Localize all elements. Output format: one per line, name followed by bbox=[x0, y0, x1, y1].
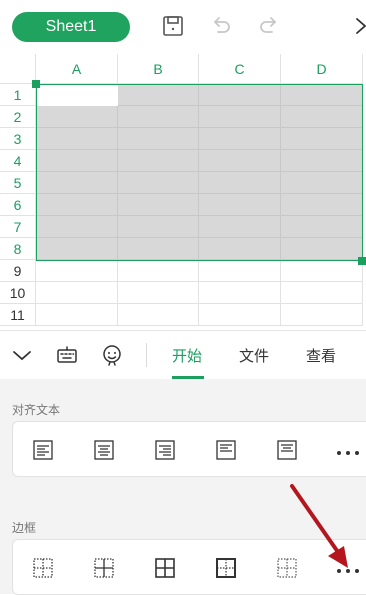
grid-cell[interactable] bbox=[199, 172, 281, 194]
grid-cell[interactable] bbox=[281, 172, 363, 194]
grid-cell[interactable] bbox=[36, 106, 118, 128]
align-top-icon[interactable] bbox=[214, 438, 238, 462]
grid-cell[interactable] bbox=[36, 260, 118, 282]
section-title-border: 边框 bbox=[12, 521, 37, 535]
grid-cell[interactable] bbox=[36, 172, 118, 194]
ribbon-tab-bar: 开始 文件 查看 bbox=[0, 330, 366, 380]
sheet-tab[interactable]: Sheet1 bbox=[12, 12, 130, 42]
spreadsheet-grid[interactable]: A B C D 1 2 3 4 5 6 7 8 9 10 11 bbox=[0, 54, 366, 330]
grid-cell[interactable] bbox=[199, 304, 281, 326]
grid-cell[interactable] bbox=[281, 260, 363, 282]
row-header-10[interactable]: 10 bbox=[0, 282, 36, 304]
grid-cell[interactable] bbox=[281, 194, 363, 216]
grid-cell[interactable] bbox=[36, 150, 118, 172]
grid-cell[interactable] bbox=[199, 282, 281, 304]
grid-cell[interactable] bbox=[118, 84, 199, 106]
row-header-11[interactable]: 11 bbox=[0, 304, 36, 326]
grid-corner[interactable] bbox=[0, 54, 36, 84]
emoji-icon[interactable] bbox=[100, 343, 124, 367]
grid-cell[interactable] bbox=[281, 216, 363, 238]
grid-cell[interactable] bbox=[118, 194, 199, 216]
border-all-icon[interactable] bbox=[153, 556, 177, 580]
top-toolbar: Sheet1 bbox=[0, 0, 366, 54]
active-cell-a1[interactable] bbox=[37, 85, 118, 106]
more-icon[interactable] bbox=[335, 445, 361, 455]
column-header-c[interactable]: C bbox=[199, 54, 281, 84]
chevron-down-icon[interactable] bbox=[10, 343, 34, 367]
grid-cell[interactable] bbox=[118, 172, 199, 194]
grid-cell[interactable] bbox=[199, 260, 281, 282]
grid-cell[interactable] bbox=[118, 238, 199, 260]
grid-cell[interactable] bbox=[199, 150, 281, 172]
grid-cell[interactable] bbox=[118, 260, 199, 282]
grid-cell[interactable] bbox=[281, 106, 363, 128]
grid-cell[interactable] bbox=[118, 216, 199, 238]
grid-cell[interactable] bbox=[199, 106, 281, 128]
grid-cell[interactable] bbox=[281, 304, 363, 326]
grid-cell[interactable] bbox=[118, 128, 199, 150]
tab-home[interactable]: 开始 bbox=[172, 345, 202, 366]
border-none-icon[interactable] bbox=[275, 556, 299, 580]
row-header-3[interactable]: 3 bbox=[0, 128, 36, 150]
selection-handle-bottom-right[interactable] bbox=[358, 257, 366, 265]
border-inner-icon[interactable] bbox=[92, 556, 116, 580]
grid-cell[interactable] bbox=[281, 84, 363, 106]
close-icon[interactable] bbox=[346, 13, 366, 39]
save-icon[interactable] bbox=[160, 13, 186, 39]
grid-cell[interactable] bbox=[281, 282, 363, 304]
grid-cell[interactable] bbox=[281, 150, 363, 172]
section-title-align: 对齐文本 bbox=[12, 403, 61, 417]
tab-view[interactable]: 查看 bbox=[306, 345, 336, 366]
grid-cell[interactable] bbox=[199, 84, 281, 106]
align-right-icon[interactable] bbox=[153, 438, 177, 462]
border-tools-card bbox=[12, 539, 366, 595]
column-header-d[interactable]: D bbox=[281, 54, 363, 84]
tool-panel: 对齐文本 边框 bbox=[0, 379, 366, 595]
tab-file[interactable]: 文件 bbox=[239, 345, 269, 366]
border-outside-thick-icon[interactable] bbox=[214, 556, 238, 580]
grid-cell[interactable] bbox=[36, 216, 118, 238]
grid-cell[interactable] bbox=[36, 128, 118, 150]
grid-cell[interactable] bbox=[118, 150, 199, 172]
tab-separator bbox=[146, 343, 147, 367]
row-header-1[interactable]: 1 bbox=[0, 84, 36, 106]
align-left-icon[interactable] bbox=[31, 438, 55, 462]
align-tools-card bbox=[12, 421, 366, 477]
row-header-6[interactable]: 6 bbox=[0, 194, 36, 216]
grid-cell[interactable] bbox=[199, 238, 281, 260]
grid-cell[interactable] bbox=[36, 282, 118, 304]
grid-cell[interactable] bbox=[36, 194, 118, 216]
column-header-b[interactable]: B bbox=[118, 54, 199, 84]
border-outer-dashed-icon[interactable] bbox=[31, 556, 55, 580]
grid-cell[interactable] bbox=[199, 216, 281, 238]
align-middle-icon[interactable] bbox=[275, 438, 299, 462]
grid-cell[interactable] bbox=[36, 304, 118, 326]
more-icon[interactable] bbox=[335, 563, 361, 573]
align-center-icon[interactable] bbox=[92, 438, 116, 462]
grid-cell[interactable] bbox=[199, 194, 281, 216]
row-header-9[interactable]: 9 bbox=[0, 260, 36, 282]
row-header-7[interactable]: 7 bbox=[0, 216, 36, 238]
grid-cell[interactable] bbox=[281, 238, 363, 260]
column-header-a[interactable]: A bbox=[36, 54, 118, 84]
selection-handle-top-left[interactable] bbox=[32, 80, 40, 88]
undo-icon[interactable] bbox=[208, 13, 234, 39]
grid-cell[interactable] bbox=[118, 106, 199, 128]
row-header-2[interactable]: 2 bbox=[0, 106, 36, 128]
keyboard-icon[interactable] bbox=[55, 343, 79, 367]
row-header-8[interactable]: 8 bbox=[0, 238, 36, 260]
grid-cell[interactable] bbox=[36, 238, 118, 260]
row-header-4[interactable]: 4 bbox=[0, 150, 36, 172]
grid-cell[interactable] bbox=[281, 128, 363, 150]
grid-cell[interactable] bbox=[118, 282, 199, 304]
redo-icon[interactable] bbox=[256, 13, 282, 39]
grid-cell[interactable] bbox=[118, 304, 199, 326]
row-header-5[interactable]: 5 bbox=[0, 172, 36, 194]
grid-cell[interactable] bbox=[199, 128, 281, 150]
